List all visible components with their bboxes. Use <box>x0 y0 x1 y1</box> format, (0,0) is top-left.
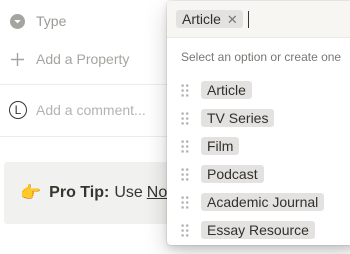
option-item[interactable]: Essay Resource <box>167 216 350 244</box>
comment-input[interactable]: Add a comment... <box>36 102 146 118</box>
pointing-hand-icon: 👉 <box>20 183 42 202</box>
selected-option-label: Article <box>182 11 221 27</box>
add-property-button[interactable]: Add a Property <box>8 47 129 71</box>
chevron-down-circle-icon <box>10 13 25 29</box>
callout-link[interactable]: No <box>147 184 167 202</box>
option-item[interactable]: Podcast <box>167 160 350 188</box>
option-item[interactable]: Film <box>167 132 350 160</box>
option-label: Film <box>201 137 240 155</box>
option-list: Article TV Series Film Podcast Academic Jour… <box>167 76 350 244</box>
dropdown-hint: Select an option or create one <box>181 50 342 64</box>
option-item[interactable]: Article <box>167 76 350 104</box>
property-label-type: Type <box>36 13 67 29</box>
property-row-type[interactable]: Type <box>8 9 66 33</box>
plus-icon <box>9 51 26 68</box>
drag-handle-icon[interactable] <box>180 139 190 153</box>
option-label: Academic Journal <box>201 193 325 211</box>
divider <box>0 136 180 137</box>
select-search-input[interactable]: Article ✕ <box>167 1 350 38</box>
comment-row[interactable]: L Add a comment... <box>8 98 146 122</box>
drag-handle-icon[interactable] <box>180 195 190 209</box>
option-label: Article <box>201 81 252 99</box>
drag-handle-icon[interactable] <box>180 83 190 97</box>
option-item[interactable]: TV Series <box>167 104 350 132</box>
option-label: Podcast <box>201 165 264 183</box>
drag-handle-icon[interactable] <box>180 223 190 237</box>
select-dropdown: Article ✕ Select an option or create one… <box>167 1 350 245</box>
callout-text: Use <box>114 184 143 201</box>
selected-option-chip: Article ✕ <box>176 10 243 28</box>
avatar: L <box>9 101 27 119</box>
option-item[interactable]: Academic Journal <box>167 188 350 216</box>
divider <box>0 84 180 85</box>
callout-bold-text: Pro Tip: <box>49 184 110 201</box>
option-label: TV Series <box>201 109 275 127</box>
add-property-label: Add a Property <box>36 51 130 67</box>
text-caret <box>247 10 249 28</box>
drag-handle-icon[interactable] <box>180 111 190 125</box>
option-label: Essay Resource <box>201 221 315 239</box>
drag-handle-icon[interactable] <box>180 167 190 181</box>
close-icon[interactable]: ✕ <box>227 13 238 26</box>
